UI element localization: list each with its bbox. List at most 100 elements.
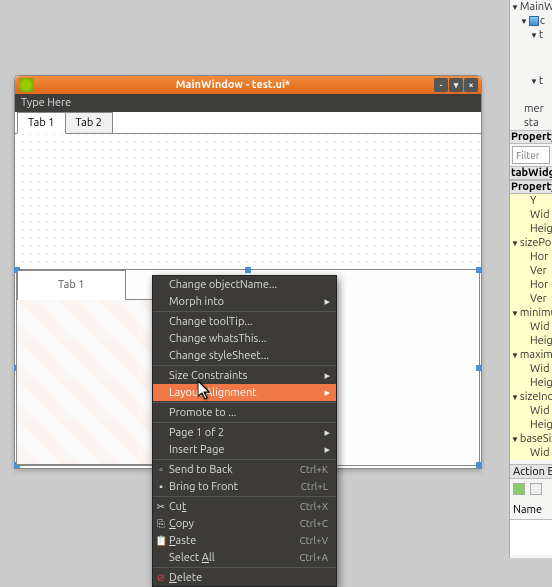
expand-icon[interactable] <box>511 391 520 403</box>
ctx-delete[interactable]: ⊘Delete <box>153 569 336 586</box>
prop-hstretch[interactable]: Hor <box>510 278 552 292</box>
copy-icon: ⎘ <box>155 518 167 530</box>
tree-item-tab2[interactable]: t <box>539 75 543 87</box>
titlebar: MainWindow - test.ui* ‐ ▾ × <box>15 76 481 94</box>
menubar-placeholder[interactable]: Type Here <box>21 97 71 109</box>
expand-icon[interactable] <box>530 29 539 41</box>
prop-hpolicy[interactable]: Hor <box>510 250 552 264</box>
expand-icon[interactable] <box>520 15 529 27</box>
expand-icon[interactable] <box>511 307 520 319</box>
chevron-right-icon: ▸ <box>324 386 330 399</box>
inner-tab-1[interactable]: Tab 1 <box>17 270 126 300</box>
ctx-change-whatsthis[interactable]: Change whatsThis... <box>153 330 336 347</box>
context-menu: Change objectName... Morph into▸ Change … <box>152 275 337 587</box>
tree-item-central[interactable]: c <box>540 15 545 27</box>
resize-handle-tc[interactable] <box>245 267 251 273</box>
ctx-separator <box>153 567 336 568</box>
ctx-send-to-back[interactable]: ▫Send to BackCtrl+K <box>153 461 336 478</box>
expand-icon[interactable] <box>511 433 520 445</box>
prop-vpolicy[interactable]: Ver <box>510 264 552 278</box>
action-list[interactable] <box>510 520 552 555</box>
expand-icon[interactable] <box>511 237 520 249</box>
outer-tabbar: Tab 1 Tab 2 <box>15 112 481 134</box>
ctx-separator <box>153 365 336 366</box>
action-editor-toolbar <box>510 479 552 502</box>
ctx-promote-to[interactable]: Promote to ... <box>153 404 336 421</box>
object-name-row: tabWidge <box>510 166 552 180</box>
ctx-separator <box>153 422 336 423</box>
prop-basesize[interactable]: baseSiz <box>510 432 552 446</box>
ctx-change-tooltip[interactable]: Change toolTip... <box>153 313 336 330</box>
new-action-button[interactable] <box>513 483 525 495</box>
prop-minimumsize[interactable]: minimu <box>510 306 552 320</box>
chevron-right-icon: ▸ <box>324 369 330 382</box>
prop-max-height[interactable]: Heig <box>510 376 552 390</box>
ctx-paste[interactable]: 📋PasteCtrl+V <box>153 532 336 549</box>
minimize-button[interactable]: ‐ <box>434 78 448 92</box>
object-inspector[interactable]: MainWin c t t mer sta <box>510 0 552 130</box>
prop-sizeincrement[interactable]: sizeInc <box>510 390 552 404</box>
ctx-morph-into[interactable]: Morph into▸ <box>153 293 336 310</box>
tree-item-mainwindow[interactable]: MainWin <box>520 1 552 13</box>
prop-min-height[interactable]: Heig <box>510 334 552 348</box>
ctx-copy[interactable]: ⎘CopyCtrl+C <box>153 515 336 532</box>
menubar[interactable]: Type Here <box>15 94 481 112</box>
prop-width[interactable]: Wid <box>510 208 552 222</box>
prop-base-width[interactable]: Wid <box>510 446 552 460</box>
chevron-right-icon: ▸ <box>324 295 330 308</box>
right-panel: MainWin c t t mer sta Property E tabWidg… <box>509 0 552 558</box>
widget-icon <box>529 16 539 26</box>
ctx-layout-alignment[interactable]: Layout Alignment▸ <box>153 384 336 401</box>
outer-tab-2[interactable]: Tab 2 <box>65 112 114 133</box>
prop-vstretch[interactable]: Ver <box>510 292 552 306</box>
bring-front-icon: ▪ <box>155 481 167 493</box>
expand-icon[interactable] <box>511 1 520 13</box>
prop-min-width[interactable]: Wid <box>510 320 552 334</box>
ctx-change-stylesheet[interactable]: Change styleSheet... <box>153 347 336 364</box>
send-back-icon: ▫ <box>155 464 167 476</box>
app-icon <box>19 78 33 92</box>
maximize-button[interactable]: ▾ <box>449 78 463 92</box>
property-editor-header: Property E <box>510 130 552 144</box>
ctx-cut[interactable]: ✂CutCtrl+X <box>153 498 336 515</box>
ctx-separator <box>153 459 336 460</box>
prop-height[interactable]: Heig <box>510 222 552 236</box>
ctx-separator <box>153 496 336 497</box>
property-column-header: Property <box>510 180 552 194</box>
outer-tab-1[interactable]: Tab 1 <box>17 112 66 134</box>
prop-sizepolicy[interactable]: sizePol <box>510 236 552 250</box>
prop-inc-width[interactable]: Wid <box>510 404 552 418</box>
expand-icon[interactable] <box>511 349 520 361</box>
prop-maximumsize[interactable]: maxim <box>510 348 552 362</box>
tree-item-statusbar[interactable]: sta <box>524 117 539 129</box>
prop-y[interactable]: Y <box>510 194 552 208</box>
ctx-separator <box>153 402 336 403</box>
resize-handle-br[interactable] <box>476 462 482 468</box>
ctx-change-objectname[interactable]: Change objectName... <box>153 276 336 293</box>
resize-handle-tr[interactable] <box>476 267 482 273</box>
tree-item-menubar[interactable]: mer <box>524 103 544 115</box>
ctx-insert-page[interactable]: Insert Page▸ <box>153 441 336 458</box>
ctx-size-constraints[interactable]: Size Constraints▸ <box>153 367 336 384</box>
ctx-page-of[interactable]: Page 1 of 2▸ <box>153 424 336 441</box>
action-editor-header: Action Edi <box>510 464 552 479</box>
close-button[interactable]: × <box>464 78 478 92</box>
window-controls: ‐ ▾ × <box>433 78 478 92</box>
property-list[interactable]: Y Wid Heig sizePol Hor Ver Hor Ver minim… <box>510 194 552 460</box>
property-filter-input[interactable] <box>512 146 550 164</box>
prop-inc-height[interactable]: Heig <box>510 418 552 432</box>
delete-icon: ⊘ <box>155 572 167 584</box>
tree-item-tab[interactable]: t <box>539 29 543 41</box>
action-name-column[interactable]: Name <box>510 502 552 520</box>
chevron-right-icon: ▸ <box>324 443 330 456</box>
window-title: MainWindow - test.ui* <box>33 79 433 91</box>
prop-max-width[interactable]: Wid <box>510 362 552 376</box>
action-button[interactable] <box>530 483 542 495</box>
ctx-separator <box>153 311 336 312</box>
ctx-bring-to-front[interactable]: ▪Bring to FrontCtrl+L <box>153 478 336 495</box>
paste-icon: 📋 <box>155 535 167 547</box>
chevron-right-icon: ▸ <box>324 426 330 439</box>
cut-icon: ✂ <box>155 501 167 513</box>
expand-icon[interactable] <box>530 75 539 87</box>
resize-handle-mr[interactable] <box>476 365 482 371</box>
